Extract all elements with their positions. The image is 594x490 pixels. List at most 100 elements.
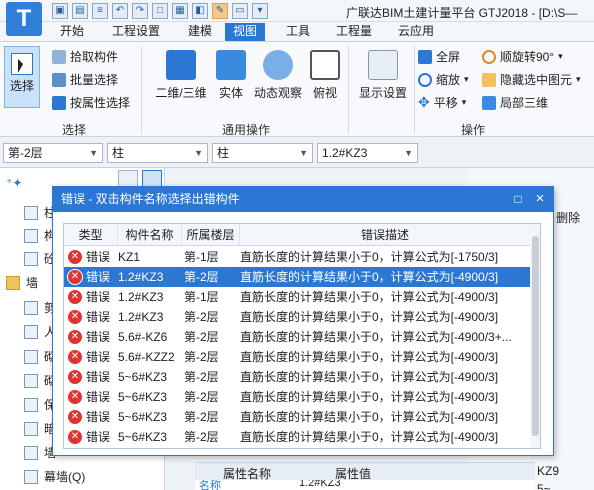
group-label-general: 通用操作 (222, 123, 271, 137)
chevron-down-icon: ▼ (299, 148, 308, 158)
column-header-desc[interactable]: 错误描述 (240, 224, 530, 246)
error-icon: ✕ (68, 390, 82, 404)
hide-selected-button[interactable]: 隐藏选中图元 ▾ (482, 71, 581, 88)
pan-button[interactable]: ✥ 平移 ▾ (418, 94, 466, 111)
error-icon: ✕ (68, 430, 82, 444)
grid-icon[interactable]: ▦ (172, 3, 188, 19)
concrete-icon (24, 251, 38, 266)
undo-icon[interactable]: ↶ (112, 3, 128, 19)
construct-icon (24, 228, 38, 243)
select-by-attr-button[interactable]: 按属性选择 (52, 94, 130, 111)
solid-button[interactable]: 实体 (214, 50, 248, 101)
cell-component-name[interactable]: 5~6#KZ3 (118, 407, 182, 427)
type-select[interactable]: 柱 ▼ (212, 143, 313, 163)
table-row[interactable]: ✕ 错误 5~6#KZ3 第-2层 直筋长度的计算结果小于0，计算公式为[-4900/3… (64, 407, 530, 427)
property-row[interactable]: 名称 1.2#KZ3 (195, 480, 535, 490)
cell-type: 错误 (86, 410, 111, 424)
chevron-down-icon: ▼ (89, 148, 98, 158)
error-icon: ✕ (68, 330, 82, 344)
cell-component-name[interactable]: 1.2#KZ3 (118, 307, 182, 327)
pick-component-button[interactable]: 拾取构件 (52, 48, 118, 65)
chevron-down-icon[interactable]: ▾ (252, 3, 268, 19)
chevron-down-icon: ▼ (404, 148, 413, 158)
cell-component-name[interactable]: 1.2#KZ3 (118, 267, 182, 287)
tab-quantity[interactable]: 工程量 (328, 23, 380, 41)
local-3d-button[interactable]: 局部三维 (482, 94, 548, 111)
component-select[interactable]: 1.2#KZ3 ▼ (317, 143, 418, 163)
table-row[interactable]: ✕ 错误 1.2#KZ3 第-2层 直筋长度的计算结果小于0，计算公式为[-4900/3… (64, 267, 530, 287)
cell-floor: 第-2层 (184, 330, 219, 344)
vertical-scrollbar[interactable] (530, 224, 540, 448)
expand-icon[interactable]: ⁺✦ (6, 176, 22, 190)
table-row[interactable]: ✕ 错误 5.6#-KZZ2 第-2层 直筋长度的计算结果小于0，计算公式为[-4900… (64, 347, 530, 367)
group-label-ops: 操作 (461, 123, 486, 137)
cell-component-name[interactable]: KZ1 (118, 247, 182, 267)
title-bar: T ▣ ▤ ≡ ↶ ↷ □ ▦ ◧ ✎ ▭ ▾ 广联达BIM土建计量平台 GTJ… (0, 0, 594, 36)
cell-component-name[interactable]: 5~6#KZ3 (118, 387, 182, 407)
save-icon[interactable]: ▣ (52, 3, 68, 19)
dynamic-view-button[interactable]: 动态观察 (252, 50, 304, 101)
property-value: 1.2#KZ3 (299, 480, 341, 489)
folder-icon (6, 275, 20, 290)
select-button[interactable]: 选择 (4, 46, 40, 108)
app-logo[interactable]: T (6, 2, 42, 36)
list-icon[interactable]: ≡ (92, 3, 108, 19)
chevron-down-icon: ▾ (461, 97, 467, 107)
pick-component-label: 拾取构件 (70, 50, 119, 64)
column-header-floor[interactable]: 所属楼层 (182, 224, 240, 246)
cell-type: 错误 (86, 310, 111, 324)
table-row[interactable]: ✕ 错误 1.2#KZ3 第-2层 直筋长度的计算结果小于0，计算公式为[-4900/3… (64, 307, 530, 327)
zoom-button[interactable]: 缩放 ▾ (418, 71, 469, 88)
ruler-icon[interactable]: ▭ (232, 3, 248, 19)
attr-select-icon (52, 95, 66, 110)
menu-bar: 开始 工程设置 建模 视图 工具 工程量 云应用 (0, 22, 594, 41)
fullscreen-button[interactable]: 全屏 (418, 48, 460, 65)
cell-floor: 第-2层 (184, 270, 219, 284)
category-select[interactable]: 柱 ▼ (107, 143, 208, 163)
category-select-value: 柱 (112, 146, 125, 160)
tab-cloud[interactable]: 云应用 (390, 23, 442, 41)
tab-tools[interactable]: 工具 (278, 23, 318, 41)
display-settings-button[interactable]: 显示设置 (356, 50, 410, 101)
table-row[interactable]: ✕ 错误 5~6#KZ3 第-2层 直筋长度的计算结果小于0，计算公式为[-4900/3… (64, 427, 530, 447)
table-row[interactable]: ✕ 错误 5~6#KZ3 第-2层 直筋长度的计算结果小于0，计算公式为[-4900/3… (64, 367, 530, 387)
view-2d3d-button[interactable]: 二维/三维 (152, 50, 210, 101)
floor-select[interactable]: 第-2层 ▼ (3, 143, 103, 163)
table-row[interactable]: ✕ 错误 5~6#KZ3 第-2层 直筋长度的计算结果小于0，计算公式为[-4900/3… (64, 387, 530, 407)
table-row[interactable]: ✕ 错误 KZ1 第-1层 直筋长度的计算结果小于0，计算公式为[-1750/3] (64, 247, 530, 267)
cell-component-name[interactable]: 5.6#-KZ6 (118, 327, 182, 347)
batch-select-button[interactable]: 批量选择 (52, 71, 118, 88)
cell-component-name[interactable]: 5~6#KZ3 (118, 367, 182, 387)
square-icon[interactable]: □ (152, 3, 168, 19)
tab-project-settings[interactable]: 工程设置 (104, 23, 168, 41)
masonry-icon (24, 373, 38, 388)
cube-icon[interactable]: ◧ (192, 3, 208, 19)
wall-icon (24, 324, 38, 339)
table-row[interactable]: ✕ 错误 1.2#KZ3 第-1层 直筋长度的计算结果小于0，计算公式为[-4900/3… (64, 287, 530, 307)
tree-item-label: 幕墙(Q) (44, 470, 86, 484)
cell-component-name[interactable]: 1.2#KZ3 (118, 287, 182, 307)
cell-component-name[interactable]: 5.6#-KZZ2 (118, 347, 182, 367)
table-row[interactable]: ✕ 错误 5.6#-KZ6 第-2层 直筋长度的计算结果小于0，计算公式为[-4900/… (64, 327, 530, 347)
pencil-icon[interactable]: ✎ (212, 3, 228, 19)
tab-modeling[interactable]: 建模 (180, 23, 220, 41)
open-icon[interactable]: ▤ (72, 3, 88, 19)
column-header-name[interactable]: 构件名称 (118, 224, 182, 246)
quick-access-toolbar: ▣ ▤ ≡ ↶ ↷ □ ▦ ◧ ✎ ▭ ▾ (52, 3, 268, 19)
cell-error-desc: 直筋长度的计算结果小于0，计算公式为[-4900/3+... (240, 330, 512, 344)
tab-view[interactable]: 视图 (225, 23, 266, 41)
tree-item-wall-group[interactable]: 墙 (6, 274, 38, 291)
error-icon: ✕ (68, 350, 82, 364)
maximize-icon[interactable]: □ (511, 192, 525, 206)
close-icon[interactable]: × (533, 191, 547, 206)
error-icon: ✕ (68, 410, 82, 424)
scrollbar-thumb[interactable] (532, 236, 539, 436)
cell-component-name[interactable]: 5~6#KZ3 (118, 427, 182, 447)
cell-type: 错误 (86, 330, 111, 344)
rotate-button[interactable]: 顺旋转90° ▾ (482, 48, 563, 65)
tree-item-curtain-wall[interactable]: 幕墙(Q) (24, 468, 85, 485)
redo-icon[interactable]: ↷ (132, 3, 148, 19)
column-header-type[interactable]: 类型 (64, 224, 118, 246)
tab-start[interactable]: 开始 (52, 23, 92, 41)
top-view-button[interactable]: 俯视 (308, 50, 342, 101)
